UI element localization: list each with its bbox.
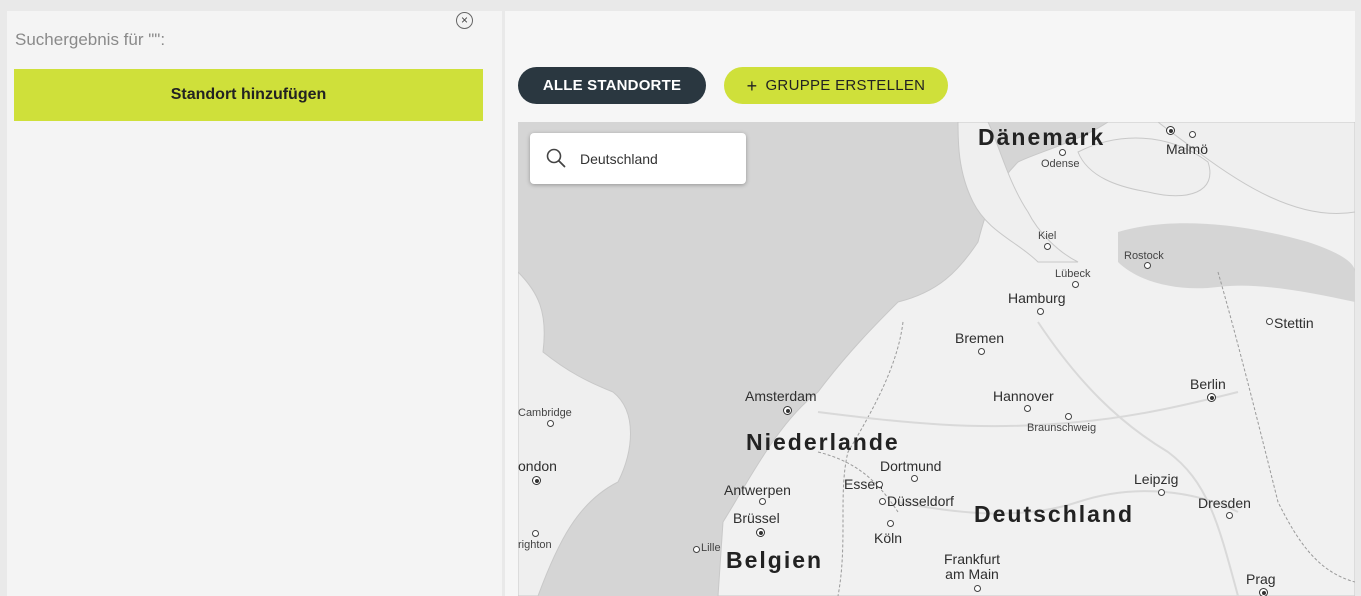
country-label-belgium: Belgien bbox=[726, 547, 824, 573]
city-label-frankfurt: Frankfurt am Main bbox=[944, 551, 1001, 582]
city-marker bbox=[1044, 243, 1051, 250]
city-label-dresden: Dresden bbox=[1198, 495, 1251, 511]
city-marker bbox=[1207, 393, 1216, 402]
city-label-kiel: Kiel bbox=[1038, 230, 1057, 242]
map-background bbox=[518, 122, 1355, 596]
city-marker bbox=[756, 528, 765, 537]
city-marker bbox=[911, 475, 918, 482]
search-results-title: Suchergebnis für "": bbox=[15, 30, 166, 49]
city-marker bbox=[978, 348, 985, 355]
city-marker bbox=[532, 476, 541, 485]
city-marker bbox=[879, 498, 886, 505]
city-label-lille: Lille bbox=[701, 542, 721, 554]
city-marker bbox=[693, 546, 700, 553]
city-label-berlin: Berlin bbox=[1190, 376, 1226, 392]
city-label-london: ondon bbox=[518, 458, 557, 474]
city-label-antwerpen: Antwerpen bbox=[724, 482, 791, 498]
city-label-koln: Köln bbox=[874, 530, 903, 546]
city-marker bbox=[1059, 149, 1066, 156]
city-marker bbox=[876, 481, 883, 488]
country-label-denmark: Dänemark bbox=[978, 124, 1106, 150]
country-label-netherlands: Niederlande bbox=[746, 429, 900, 455]
city-marker bbox=[1037, 308, 1044, 315]
city-label-malmo: Malmö bbox=[1166, 141, 1209, 157]
city-marker bbox=[1166, 126, 1175, 135]
city-marker bbox=[974, 585, 981, 592]
city-marker bbox=[1024, 405, 1031, 412]
city-marker bbox=[1259, 588, 1268, 596]
city-label-brighton: righton bbox=[518, 539, 552, 551]
create-group-label: GRUPPE ERSTELLEN bbox=[765, 77, 926, 94]
city-marker bbox=[532, 530, 539, 537]
add-location-button[interactable]: Standort hinzufügen bbox=[14, 69, 483, 121]
close-icon[interactable]: × bbox=[456, 12, 473, 29]
city-label-brussel: Brüssel bbox=[733, 510, 780, 526]
city-label-amsterdam: Amsterdam bbox=[745, 388, 817, 404]
country-label-germany: Deutschland bbox=[974, 501, 1135, 527]
city-label-prag: Prag bbox=[1246, 571, 1276, 587]
city-label-dusseldorf: Düsseldorf bbox=[887, 493, 954, 509]
map-search-input[interactable] bbox=[578, 147, 742, 171]
all-locations-button[interactable]: ALLE STANDORTE bbox=[518, 67, 706, 104]
city-label-bremen: Bremen bbox=[955, 330, 1005, 346]
city-marker bbox=[1158, 489, 1165, 496]
city-label-braunschweig: Braunschweig bbox=[1027, 422, 1097, 434]
map-search-box[interactable] bbox=[530, 133, 746, 184]
city-marker bbox=[1144, 262, 1151, 269]
city-marker bbox=[1189, 131, 1196, 138]
city-label-stettin: Stettin bbox=[1274, 315, 1314, 331]
city-label-dortmund: Dortmund bbox=[880, 458, 942, 474]
city-marker bbox=[887, 520, 894, 527]
city-marker bbox=[547, 420, 554, 427]
city-marker bbox=[1065, 413, 1072, 420]
create-group-button[interactable]: + GRUPPE ERSTELLEN bbox=[724, 67, 948, 104]
city-label-rostock: Rostock bbox=[1124, 250, 1164, 262]
city-label-hamburg: Hamburg bbox=[1008, 290, 1066, 306]
search-results-panel: Suchergebnis für "": × Standort hinzufüg… bbox=[7, 11, 502, 596]
map-panel: ALLE STANDORTE + GRUPPE ERSTELLEN Deutsc… bbox=[505, 11, 1355, 596]
plus-icon: + bbox=[746, 75, 758, 96]
map-view[interactable]: Dänemark Niederlande Deutschland Belgien… bbox=[518, 122, 1355, 596]
city-marker bbox=[1072, 281, 1079, 288]
city-marker bbox=[759, 498, 766, 505]
city-marker bbox=[1226, 512, 1233, 519]
search-icon bbox=[546, 148, 566, 168]
city-label-odense: Odense bbox=[1041, 158, 1080, 170]
city-label-lubeck: Lübeck bbox=[1055, 268, 1091, 280]
city-label-leipzig: Leipzig bbox=[1134, 471, 1179, 487]
city-marker bbox=[783, 406, 792, 415]
city-label-cambridge: Cambridge bbox=[518, 407, 572, 419]
city-marker bbox=[1266, 318, 1273, 325]
city-label-hannover: Hannover bbox=[993, 388, 1054, 404]
